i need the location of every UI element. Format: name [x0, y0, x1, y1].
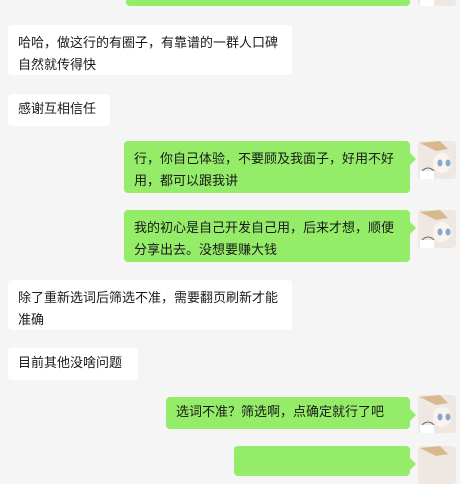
- chat-bubble-outgoing[interactable]: 我的初心是自己开发自己用，后来才想，顺便分享出去。没想要赚大钱: [124, 210, 416, 262]
- chat-bubble-partial-top: [126, 0, 410, 6]
- anime-girl-avatar-icon: [418, 446, 456, 484]
- chat-bubble-incoming[interactable]: 哈哈，做这行的有圈子，有靠谱的一群人口碑自然就传得快: [8, 25, 292, 75]
- chat-bubble-outgoing[interactable]: 选词不准？筛选啊，点确定就行了吧: [166, 397, 416, 429]
- avatar[interactable]: [418, 141, 456, 179]
- anime-girl-avatar-icon: [418, 0, 456, 6]
- anime-girl-avatar-icon: [418, 210, 456, 248]
- avatar[interactable]: [418, 395, 456, 433]
- chat-bubble-incoming[interactable]: 除了重新选词后筛选不准，需要翻页刷新才能准确: [8, 280, 292, 330]
- chat-bubble-partial-bottom: [234, 446, 416, 476]
- avatar[interactable]: [418, 0, 456, 6]
- chat-bubble-incoming[interactable]: 感谢互相信任: [8, 94, 110, 126]
- chat-bubble-incoming[interactable]: 目前其他没啥问题: [8, 348, 138, 380]
- avatar[interactable]: [418, 210, 456, 248]
- anime-girl-avatar-icon: [418, 395, 456, 433]
- chat-bubble-outgoing[interactable]: 行，你自己体验，不要顾及我面子，好用不好用，都可以跟我讲: [124, 141, 416, 193]
- anime-girl-avatar-icon: [418, 141, 456, 179]
- avatar[interactable]: [418, 446, 456, 484]
